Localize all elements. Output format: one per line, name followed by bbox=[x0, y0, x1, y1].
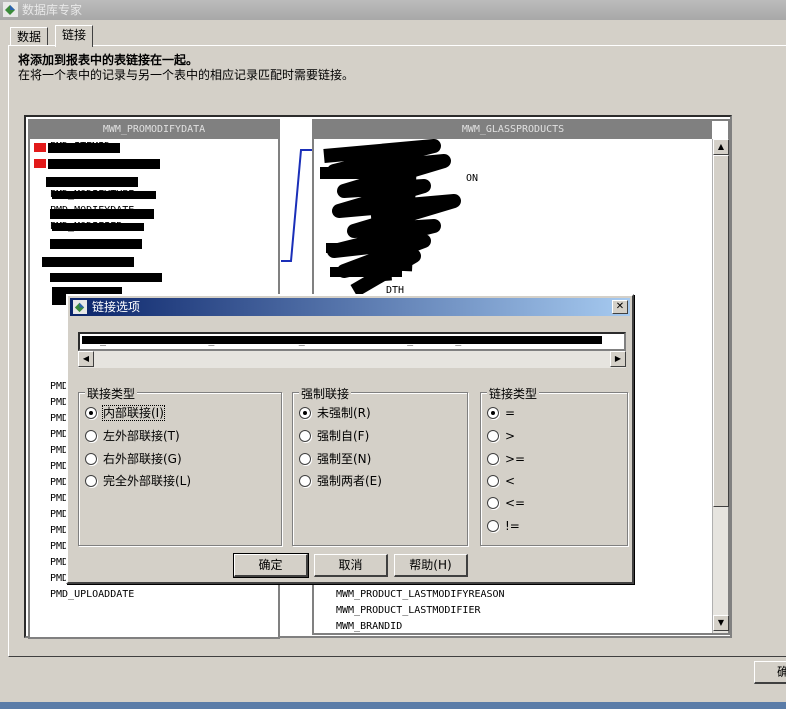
close-icon[interactable]: ✕ bbox=[612, 300, 628, 314]
help-button[interactable]: 帮助(H) bbox=[394, 554, 468, 577]
radio-inner-join[interactable]: 内部联接(I) bbox=[85, 405, 165, 421]
radio-link-neq[interactable]: != bbox=[487, 518, 520, 534]
scroll-down-button[interactable]: ▼ bbox=[713, 615, 729, 631]
radio-icon[interactable] bbox=[487, 520, 499, 532]
scroll-thumb[interactable] bbox=[713, 155, 729, 507]
taskbar-edge bbox=[0, 702, 786, 709]
field-item[interactable]: MWM_BRANDID bbox=[316, 619, 728, 635]
scroll-left-button[interactable]: ◀ bbox=[78, 351, 94, 367]
radio-icon[interactable] bbox=[299, 475, 311, 487]
radio-icon[interactable] bbox=[299, 407, 311, 419]
radio-icon[interactable] bbox=[487, 475, 499, 487]
radio-icon[interactable] bbox=[299, 430, 311, 442]
radio-not-enforced[interactable]: 未强制(R) bbox=[299, 405, 371, 421]
scroll-up-button[interactable]: ▲ bbox=[713, 139, 729, 155]
radio-icon[interactable] bbox=[487, 497, 499, 509]
radio-icon[interactable] bbox=[487, 407, 499, 419]
ok-button[interactable]: 确定 bbox=[233, 553, 309, 578]
right-table-scrollbar[interactable]: ▲ ▼ bbox=[712, 139, 729, 633]
link-type-title: 链接类型 bbox=[487, 385, 540, 402]
scroll-right-button[interactable]: ▶ bbox=[610, 351, 626, 367]
redaction bbox=[320, 139, 461, 298]
radio-icon[interactable] bbox=[85, 475, 97, 487]
dialog-title: 链接选项 bbox=[92, 300, 141, 314]
database-expert-icon bbox=[73, 300, 87, 314]
database-expert-icon bbox=[3, 2, 18, 17]
redaction bbox=[82, 336, 602, 344]
link-options-dialog: 链接选项 ✕ MWM_PROMODIFYDATA.PMD_ITEMID --> … bbox=[66, 294, 634, 584]
window-titlebar: 数据库专家 bbox=[0, 0, 786, 20]
radio-icon[interactable] bbox=[487, 453, 499, 465]
ok-main-button[interactable]: 确 bbox=[754, 661, 786, 684]
enforce-join-title: 强制联接 bbox=[299, 385, 352, 402]
radio-link-gte[interactable]: >= bbox=[487, 451, 525, 467]
radio-link-eq[interactable]: = bbox=[487, 405, 515, 421]
radio-icon[interactable] bbox=[487, 430, 499, 442]
radio-link-lte[interactable]: <= bbox=[487, 495, 525, 511]
radio-link-gt[interactable]: > bbox=[487, 428, 515, 444]
radio-enforced-to[interactable]: 强制至(N) bbox=[299, 451, 371, 467]
join-type-group: 联接类型 内部联接(I) 左外部联接(T) 右外部联接(G) 完全外部联接(L) bbox=[78, 385, 282, 546]
field-item[interactable]: MWM_PRODUCT_LASTMODIFIER bbox=[316, 603, 728, 619]
radio-icon[interactable] bbox=[85, 430, 97, 442]
radio-left-outer-join[interactable]: 左外部联接(T) bbox=[85, 428, 180, 444]
radio-enforced-both[interactable]: 强制两者(E) bbox=[299, 473, 382, 489]
cancel-button[interactable]: 取消 bbox=[314, 554, 388, 577]
radio-full-outer-join[interactable]: 完全外部联接(L) bbox=[85, 473, 191, 489]
radio-icon[interactable] bbox=[85, 453, 97, 465]
radio-right-outer-join[interactable]: 右外部联接(G) bbox=[85, 451, 182, 467]
dialog-titlebar: 链接选项 ✕ bbox=[70, 298, 630, 316]
join-expression-field[interactable]: MWM_PROMODIFYDATA.PMD_ITEMID --> MWM_GLA… bbox=[78, 332, 626, 351]
join-type-title: 联接类型 bbox=[85, 385, 138, 402]
instructions-text: 在将一个表中的记录与另一个表中的相应记录匹配时需要链接。 bbox=[18, 68, 355, 82]
enforce-join-group: 强制联接 未强制(R) 强制自(F) 强制至(N) 强制两者(E) bbox=[292, 385, 468, 546]
field-item[interactable]: MWM_PRODUCT_LASTMODIFYREASON bbox=[316, 587, 728, 603]
radio-icon[interactable] bbox=[85, 407, 97, 419]
join-expression-scrollbar[interactable]: ◀ ▶ bbox=[78, 351, 626, 368]
window-title: 数据库专家 bbox=[22, 3, 83, 17]
link-type-group: 链接类型 = > >= < <= != bbox=[480, 385, 628, 546]
tab-links[interactable]: 链接 bbox=[55, 25, 94, 47]
radio-link-lt[interactable]: < bbox=[487, 473, 515, 489]
radio-enforced-from[interactable]: 强制自(F) bbox=[299, 428, 369, 444]
tab-data[interactable]: 数据 bbox=[10, 27, 49, 46]
radio-icon[interactable] bbox=[299, 453, 311, 465]
